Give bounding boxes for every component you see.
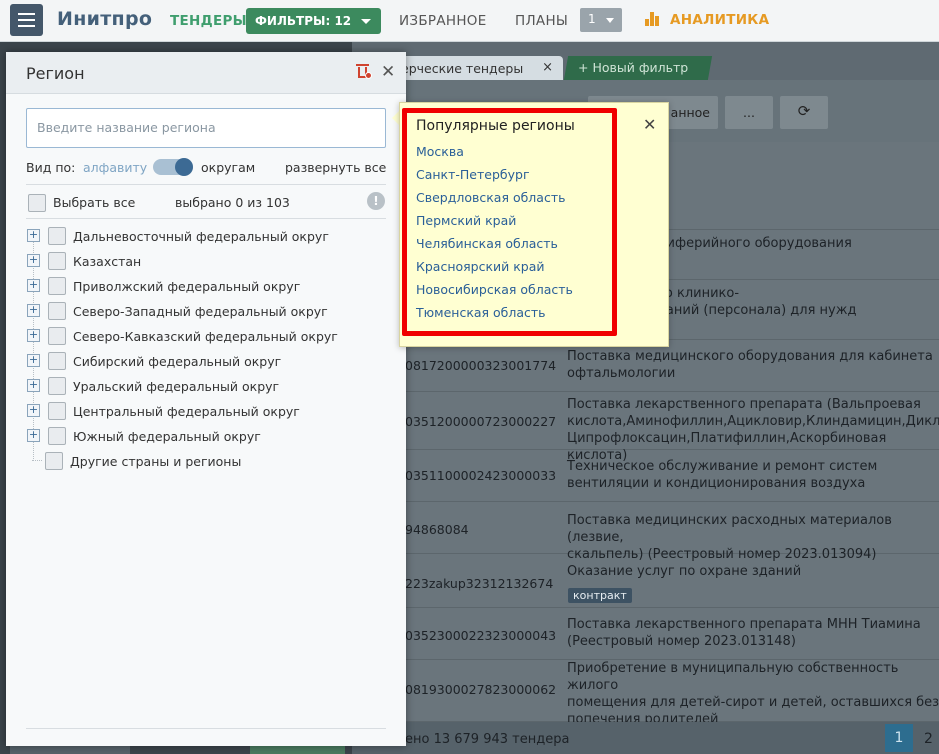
region-checkbox[interactable] xyxy=(45,452,63,470)
view-by-label: Вид по: xyxy=(26,160,76,175)
tree-item-label[interactable]: Дальневосточный федеральный округ xyxy=(73,229,329,244)
row-id: 0351200000723000227 xyxy=(405,414,557,429)
pagination-page-next[interactable]: 2 xyxy=(924,731,933,747)
plus-icon[interactable]: + xyxy=(27,279,40,292)
nav-tenders[interactable]: ТЕНДЕРЫ xyxy=(170,13,247,29)
plus-icon[interactable]: + xyxy=(27,429,40,442)
tree-item-label[interactable]: Центральный федеральный округ xyxy=(73,404,300,419)
tree-item-label[interactable]: Казахстан xyxy=(73,254,141,269)
tab-new-filter[interactable]: + Новый фильтр xyxy=(578,60,688,75)
region-search-input[interactable]: Введите название региона xyxy=(26,108,386,148)
tree-item-label[interactable]: Северо-Западный федеральный округ xyxy=(73,304,328,319)
region-checkbox[interactable] xyxy=(48,377,66,395)
row-description: Техническое обслуживание и ремонт систем… xyxy=(567,459,878,491)
plus-icon[interactable]: + xyxy=(27,304,40,317)
tree-item-label[interactable]: Сибирский федеральный округ xyxy=(73,354,281,369)
plus-icon[interactable]: + xyxy=(27,404,40,417)
row-id: 0819300027823000062 xyxy=(405,682,557,697)
expand-all-link[interactable]: развернуть все xyxy=(285,160,386,175)
highlight-box xyxy=(402,108,617,336)
selected-count: выбрано 0 из 103 xyxy=(175,195,290,210)
trash-icon[interactable] xyxy=(356,63,372,79)
row-id: 223zakup32312132674 xyxy=(405,576,554,591)
region-checkbox[interactable] xyxy=(48,427,66,445)
nav-analytics[interactable]: АНАЛИТИКА xyxy=(670,12,769,28)
row-id: 0817200000323001774 xyxy=(405,358,557,373)
view-okrug-option[interactable]: округам xyxy=(201,160,255,175)
row-id: 0352300022323000043 xyxy=(405,628,557,643)
caret-down-icon xyxy=(606,18,614,23)
region-checkbox[interactable] xyxy=(48,302,66,320)
row-description: Поставка медицинского оборудования для к… xyxy=(567,349,933,381)
plan-number-select[interactable]: 1 xyxy=(580,8,622,32)
divider xyxy=(26,184,386,185)
exclamation-icon[interactable]: ! xyxy=(367,192,385,210)
plus-icon[interactable]: + xyxy=(27,379,40,392)
plus-icon[interactable]: + xyxy=(27,329,40,342)
top-navbar: Инитпро ТЕНДЕРЫ ФИЛЬТРЫ: 12 ИЗБРАННОЕ ПЛ… xyxy=(0,0,939,42)
plan-number-value: 1 xyxy=(588,12,596,26)
status-badge: контракт xyxy=(568,588,632,603)
select-all-checkbox[interactable] xyxy=(28,194,46,212)
tree-item-label[interactable]: Другие страны и регионы xyxy=(70,454,241,469)
row-id: 0351100002423000033 xyxy=(405,468,557,483)
divider xyxy=(26,728,386,729)
close-icon[interactable]: ✕ xyxy=(643,115,656,134)
panel-header: Регион ✕ xyxy=(6,52,406,94)
tab-label: ерческие тендеры xyxy=(401,61,524,76)
region-filter-panel: Регион ✕ Введите название региона Вид по… xyxy=(6,52,406,746)
select-all-label[interactable]: Выбрать все xyxy=(53,195,135,210)
tree-item-label[interactable]: Уральский федеральный округ xyxy=(73,379,279,394)
view-alphabet-option[interactable]: алфавиту xyxy=(83,160,147,175)
plus-icon[interactable]: + xyxy=(27,354,40,367)
view-mode-toggle[interactable] xyxy=(153,158,193,176)
divider xyxy=(26,218,386,219)
tree-item-label[interactable]: Приволжский федеральный округ xyxy=(73,279,300,294)
filters-dropdown-button[interactable]: ФИЛЬТРЫ: 12 xyxy=(246,8,381,34)
pagination-page-current[interactable]: 1 xyxy=(885,724,913,752)
results-count: ено 13 679 943 тендера xyxy=(405,732,570,747)
nav-plans[interactable]: ПЛАНЫ xyxy=(515,13,568,29)
plus-icon[interactable]: + xyxy=(27,254,40,267)
row-id: 94868084 xyxy=(405,522,469,537)
region-checkbox[interactable] xyxy=(48,352,66,370)
region-checkbox[interactable] xyxy=(48,327,66,345)
tab-commercial-tenders[interactable]: ерческие тендеры × xyxy=(395,56,563,80)
brand-logo[interactable]: Инитпро xyxy=(57,8,152,30)
row-description: Поставка лекарственного препарата МНН Ти… xyxy=(567,617,921,649)
nav-favorites[interactable]: ИЗБРАННОЕ xyxy=(399,13,487,29)
refresh-icon[interactable]: ⟳ xyxy=(780,96,828,129)
close-icon[interactable]: ✕ xyxy=(381,62,395,82)
row-description: Оказание услуг по охране зданий xyxy=(567,564,802,579)
region-checkbox[interactable] xyxy=(48,227,66,245)
tree-guide-line xyxy=(32,460,42,461)
hamburger-menu-icon[interactable] xyxy=(10,4,43,36)
panel-title: Регион xyxy=(26,64,85,83)
region-checkbox[interactable] xyxy=(48,277,66,295)
tree-item-label[interactable]: Южный федеральный округ xyxy=(73,429,261,444)
caret-down-icon xyxy=(361,19,371,24)
filters-label: ФИЛЬТРЫ: 12 xyxy=(255,14,352,28)
region-checkbox[interactable] xyxy=(48,402,66,420)
close-icon[interactable]: × xyxy=(542,60,553,75)
toggle-knob xyxy=(175,158,193,176)
plus-icon[interactable]: + xyxy=(27,229,40,242)
bar-chart-icon xyxy=(645,11,663,26)
row-description: Приобретение в муниципальную собственнос… xyxy=(567,661,939,727)
region-checkbox[interactable] xyxy=(48,252,66,270)
more-button[interactable]: ... xyxy=(725,96,773,129)
tree-item-label[interactable]: Северо-Кавказский федеральный округ xyxy=(73,329,338,344)
